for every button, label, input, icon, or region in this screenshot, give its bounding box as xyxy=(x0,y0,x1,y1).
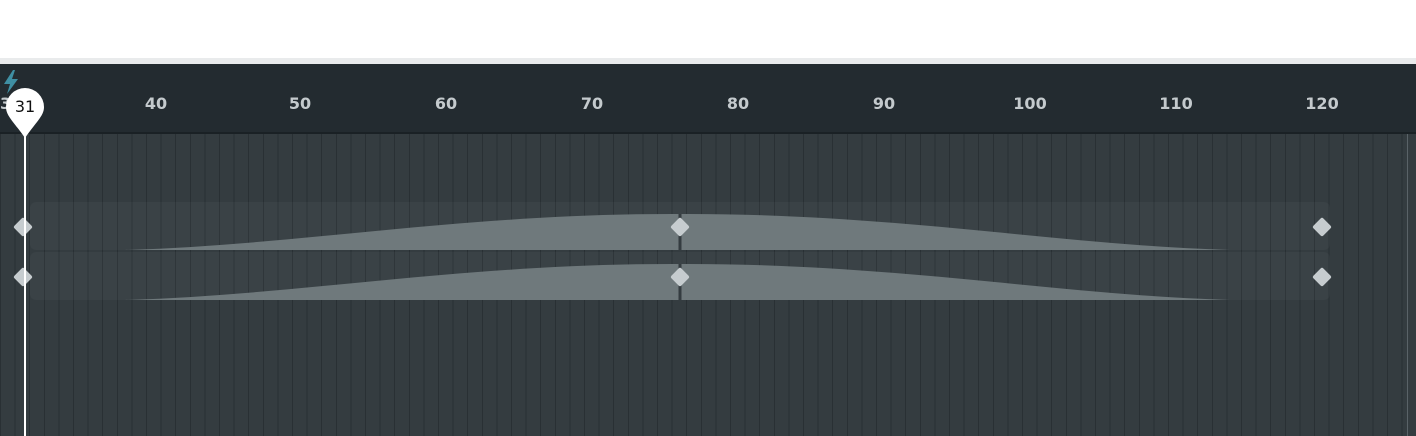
timeline-editor: 3 40 50 60 70 80 90 100 110 120 31 xyxy=(0,0,1416,436)
playhead-value: 31 xyxy=(14,97,36,116)
playhead-line xyxy=(24,118,26,436)
easing-curves xyxy=(125,214,1230,300)
playhead-handle[interactable]: 31 xyxy=(6,88,44,138)
